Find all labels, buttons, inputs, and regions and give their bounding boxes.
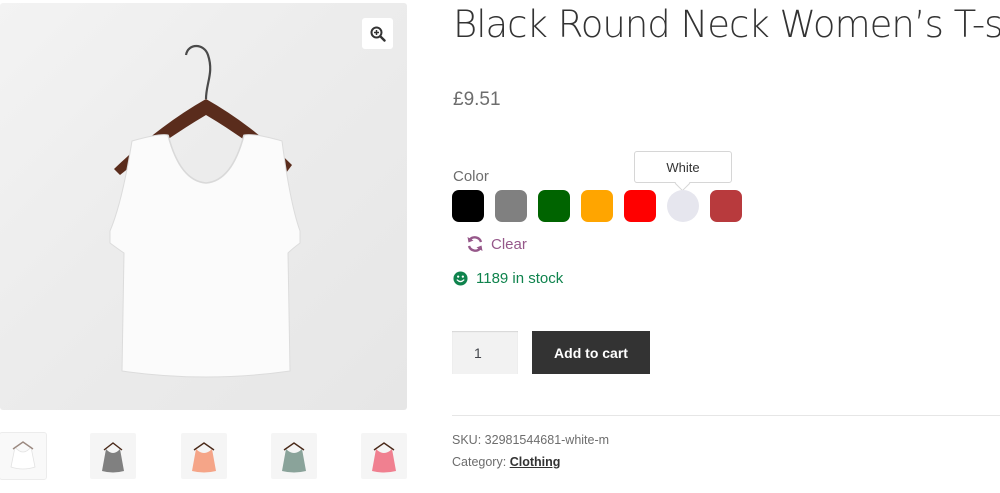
zoom-in-icon	[370, 26, 386, 42]
thumbnail-image	[372, 442, 396, 473]
add-to-cart-button[interactable]: Add to cart	[532, 331, 650, 374]
zoom-button[interactable]	[362, 18, 393, 49]
stock-status: 1189 in stock	[453, 270, 563, 287]
thumbnail-image	[192, 442, 216, 473]
swatch-white[interactable]	[667, 190, 699, 222]
product-title: Black Round Neck Women’s T-shirt	[453, 3, 1000, 46]
product-main-image[interactable]	[0, 3, 407, 410]
sku-value: 32981544681-white-m	[484, 433, 610, 447]
thumbnail-pink[interactable]	[361, 433, 407, 479]
product-page: Black Round Neck Women’s T-shirt £9.51 C…	[0, 0, 1000, 493]
thumbnail-gray[interactable]	[90, 433, 136, 479]
meta-divider	[452, 415, 1000, 416]
swatch-red[interactable]	[624, 190, 656, 222]
sku-row: SKU: 32981544681-white-m	[452, 433, 609, 447]
swatch-dark-red[interactable]	[710, 190, 742, 222]
swatch-black[interactable]	[452, 190, 484, 222]
clear-label: Clear	[491, 235, 527, 253]
quantity-input[interactable]	[452, 331, 518, 374]
clear-selection-link[interactable]: Clear	[466, 235, 527, 253]
tshirt-image	[109, 44, 301, 378]
category-link[interactable]: Clothing	[510, 455, 561, 469]
product-price: £9.51	[453, 89, 501, 110]
thumbnail-image	[10, 441, 36, 470]
thumbnail-strip	[0, 432, 407, 481]
category-label: Category:	[452, 455, 507, 469]
thumbnail-white[interactable]	[0, 432, 47, 480]
thumbnail-image	[102, 442, 124, 473]
swatch-gray[interactable]	[495, 190, 527, 222]
thumbnail-image	[282, 442, 306, 473]
thumbnail-teal[interactable]	[271, 433, 317, 479]
swatch-green[interactable]	[538, 190, 570, 222]
thumbnail-orange[interactable]	[181, 433, 227, 479]
sku-label: SKU:	[452, 433, 482, 447]
stock-label: 1189 in stock	[476, 270, 564, 287]
smiley-icon	[453, 271, 468, 286]
swatch-orange[interactable]	[581, 190, 613, 222]
color-label: Color	[453, 168, 489, 185]
refresh-icon	[467, 236, 483, 252]
category-row: Category: Clothing	[452, 455, 560, 469]
